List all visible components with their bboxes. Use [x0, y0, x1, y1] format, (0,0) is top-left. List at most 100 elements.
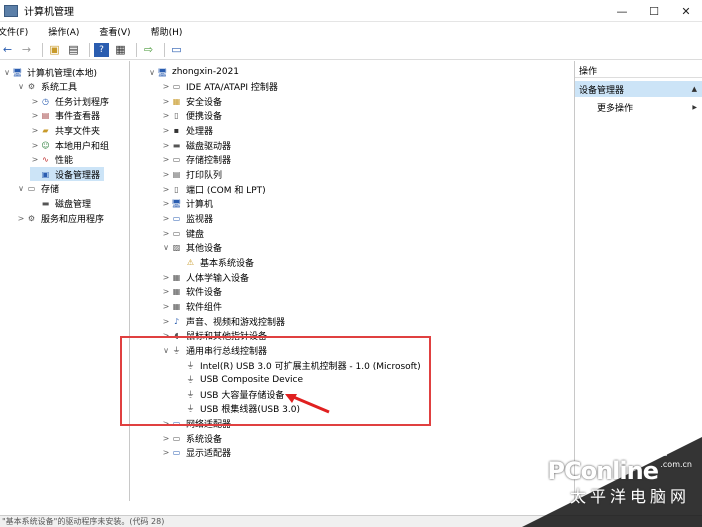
console-tree-label: 系统工具: [41, 83, 78, 94]
title-bar: 计算机管理 — ☐ ✕: [0, 0, 702, 22]
chevron-down-icon[interactable]: ∨: [147, 68, 157, 77]
chevron-right-icon[interactable]: >: [161, 170, 171, 179]
export-icon[interactable]: ⇨: [141, 43, 156, 57]
chevron-right-icon[interactable]: >: [161, 82, 171, 91]
watermark-chinese: 太平洋电脑网: [569, 487, 690, 506]
device-tree-item[interactable]: > ▯ 端口 (COM 和 LPT): [161, 182, 266, 196]
device-tree-item[interactable]: > ▦ 软件组件: [161, 299, 222, 313]
minimize-button[interactable]: —: [606, 0, 638, 22]
chevron-right-icon[interactable]: >: [30, 141, 40, 150]
device-tree-item[interactable]: > ▭ 显示适配器: [161, 446, 231, 460]
device-tree-item[interactable]: > ▭ 系统设备: [161, 431, 222, 445]
properties-icon[interactable]: ▦: [113, 43, 128, 57]
actions-section[interactable]: 设备管理器 ▲: [575, 81, 702, 97]
device-tree-item[interactable]: > ▪ 处理器: [161, 124, 213, 138]
chevron-right-icon[interactable]: >: [161, 126, 171, 135]
chevron-down-icon[interactable]: ∨: [16, 82, 26, 91]
chevron-down-icon[interactable]: ∨: [16, 184, 26, 193]
menu-view[interactable]: 查看(V): [99, 25, 130, 38]
printer-icon: ▤: [172, 170, 181, 180]
console-tree: ∨ 🖥 计算机管理(本地) ∨ ⚙ 系统工具 > ◷ 任务计划程序 > ▤ 事件查看器 > ▰ 共享文件夹 >…: [0, 61, 130, 501]
device-tree-label: 计算机: [186, 200, 214, 211]
chevron-right-icon[interactable]: >: [161, 302, 171, 311]
device-tree-item[interactable]: > ♪ 声音、视频和游戏控制器: [161, 314, 285, 328]
system-device-icon: ▭: [172, 433, 181, 443]
chevron-right-icon[interactable]: >: [16, 214, 26, 223]
chevron-right-icon[interactable]: >: [161, 434, 171, 443]
console-tree-item[interactable]: > ▰ 共享文件夹: [30, 123, 100, 137]
console-tree-item[interactable]: > ∿ 性能: [30, 153, 73, 167]
chevron-right-icon[interactable]: >: [30, 97, 40, 106]
chevron-down-icon[interactable]: ∨: [2, 68, 12, 77]
chevron-right-icon[interactable]: >: [161, 141, 171, 150]
portable-icon: ▯: [174, 111, 179, 121]
console-tree-item[interactable]: ∨ ▭ 存储: [16, 182, 59, 196]
device-manager-icon: ▣: [41, 169, 50, 179]
close-button[interactable]: ✕: [670, 0, 702, 22]
device-tree-item[interactable]: ∨ 🖥 zhongxin-2021: [147, 65, 239, 79]
chevron-right-icon[interactable]: >: [161, 111, 171, 120]
forward-icon[interactable]: →: [19, 43, 34, 57]
console-tree-item[interactable]: > ⚙ 服务和应用程序: [16, 211, 104, 225]
chevron-right-icon[interactable]: >: [161, 97, 171, 106]
chevron-right-icon[interactable]: >: [30, 111, 40, 120]
console-tree-label: 事件查看器: [55, 112, 101, 123]
console-tree-item[interactable]: ▣ 设备管理器: [30, 167, 105, 182]
device-tree-item[interactable]: > ▬ 磁盘驱动器: [161, 138, 231, 152]
console-tree-item[interactable]: ∨ 🖥 计算机管理(本地): [2, 65, 97, 79]
more-actions[interactable]: 更多操作 ▶: [575, 99, 702, 115]
chevron-right-icon[interactable]: >: [30, 155, 40, 164]
chevron-right-icon[interactable]: >: [161, 448, 171, 457]
chevron-right-icon[interactable]: >: [161, 317, 171, 326]
show-hide-tree-icon[interactable]: ▤: [66, 43, 81, 57]
more-actions-label: 更多操作: [597, 103, 634, 114]
device-tree-item[interactable]: ∨ ▨ 其他设备: [161, 241, 222, 255]
help-icon[interactable]: ?: [94, 42, 109, 57]
device-tree-label: 基本系统设备: [200, 258, 255, 269]
device-tree-label: 处理器: [186, 127, 214, 138]
chevron-right-icon[interactable]: >: [30, 126, 40, 135]
display-adapter-icon: ▭: [172, 448, 181, 458]
device-tree-item[interactable]: > 🖥 计算机: [161, 197, 213, 211]
up-folder-icon[interactable]: ▣: [47, 43, 62, 57]
console-tree-item[interactable]: ∨ ⚙ 系统工具: [16, 80, 77, 94]
chevron-right-icon[interactable]: >: [161, 273, 171, 282]
highlight-box: [120, 336, 431, 426]
device-tree-item[interactable]: > ▭ 存储控制器: [161, 153, 231, 167]
device-tree-item[interactable]: > ▭ 监视器: [161, 212, 213, 226]
device-tree-label: 软件设备: [186, 288, 223, 299]
device-tree-item[interactable]: > ▦ 安全设备: [161, 94, 222, 108]
console-tree-item[interactable]: > ▤ 事件查看器: [30, 109, 100, 123]
chevron-right-icon[interactable]: >: [161, 199, 171, 208]
chevron-right-icon[interactable]: >: [161, 229, 171, 238]
device-tree-item[interactable]: > ▤ 打印队列: [161, 168, 222, 182]
back-icon[interactable]: ←: [0, 43, 15, 57]
sound-icon: ♪: [173, 316, 180, 326]
window-title: 计算机管理: [24, 7, 74, 18]
computer-icon: 🖥: [157, 67, 168, 77]
console-tree-label: 共享文件夹: [55, 126, 101, 137]
device-tree-label: 监视器: [186, 215, 214, 225]
chevron-right-icon[interactable]: >: [161, 214, 171, 223]
console-tree-item[interactable]: ▬ 磁盘管理: [30, 196, 91, 210]
chevron-down-icon[interactable]: ∨: [161, 243, 171, 252]
keyboard-icon: ▭: [172, 228, 181, 238]
device-tree-item[interactable]: > ▦ 软件设备: [161, 285, 222, 299]
chevron-right-icon[interactable]: >: [161, 155, 171, 164]
menu-file[interactable]: 文件(F): [0, 25, 28, 38]
device-tree-item[interactable]: > ▦ 人体学输入设备: [161, 270, 249, 284]
menu-help[interactable]: 帮助(H): [151, 25, 183, 38]
device-tree-item[interactable]: > ▭ 键盘: [161, 226, 204, 240]
console-tree-item[interactable]: > ☺ 本地用户和组: [30, 138, 109, 152]
maximize-button[interactable]: ☐: [638, 0, 670, 22]
device-tree-item[interactable]: > ▭ IDE ATA/ATAPI 控制器: [161, 80, 278, 94]
menu-action[interactable]: 操作(A): [48, 25, 79, 38]
event-icon: ▤: [41, 111, 50, 121]
device-tree-item[interactable]: ⚠ 基本系统设备: [175, 255, 254, 269]
chevron-right-icon[interactable]: >: [161, 287, 171, 296]
console-tree-item[interactable]: > ◷ 任务计划程序: [30, 94, 109, 108]
monitor-icon[interactable]: ▭: [169, 43, 184, 57]
actions-header: 操作: [575, 64, 702, 78]
chevron-right-icon[interactable]: >: [161, 185, 171, 194]
device-tree-item[interactable]: > ▯ 便携设备: [161, 109, 222, 123]
